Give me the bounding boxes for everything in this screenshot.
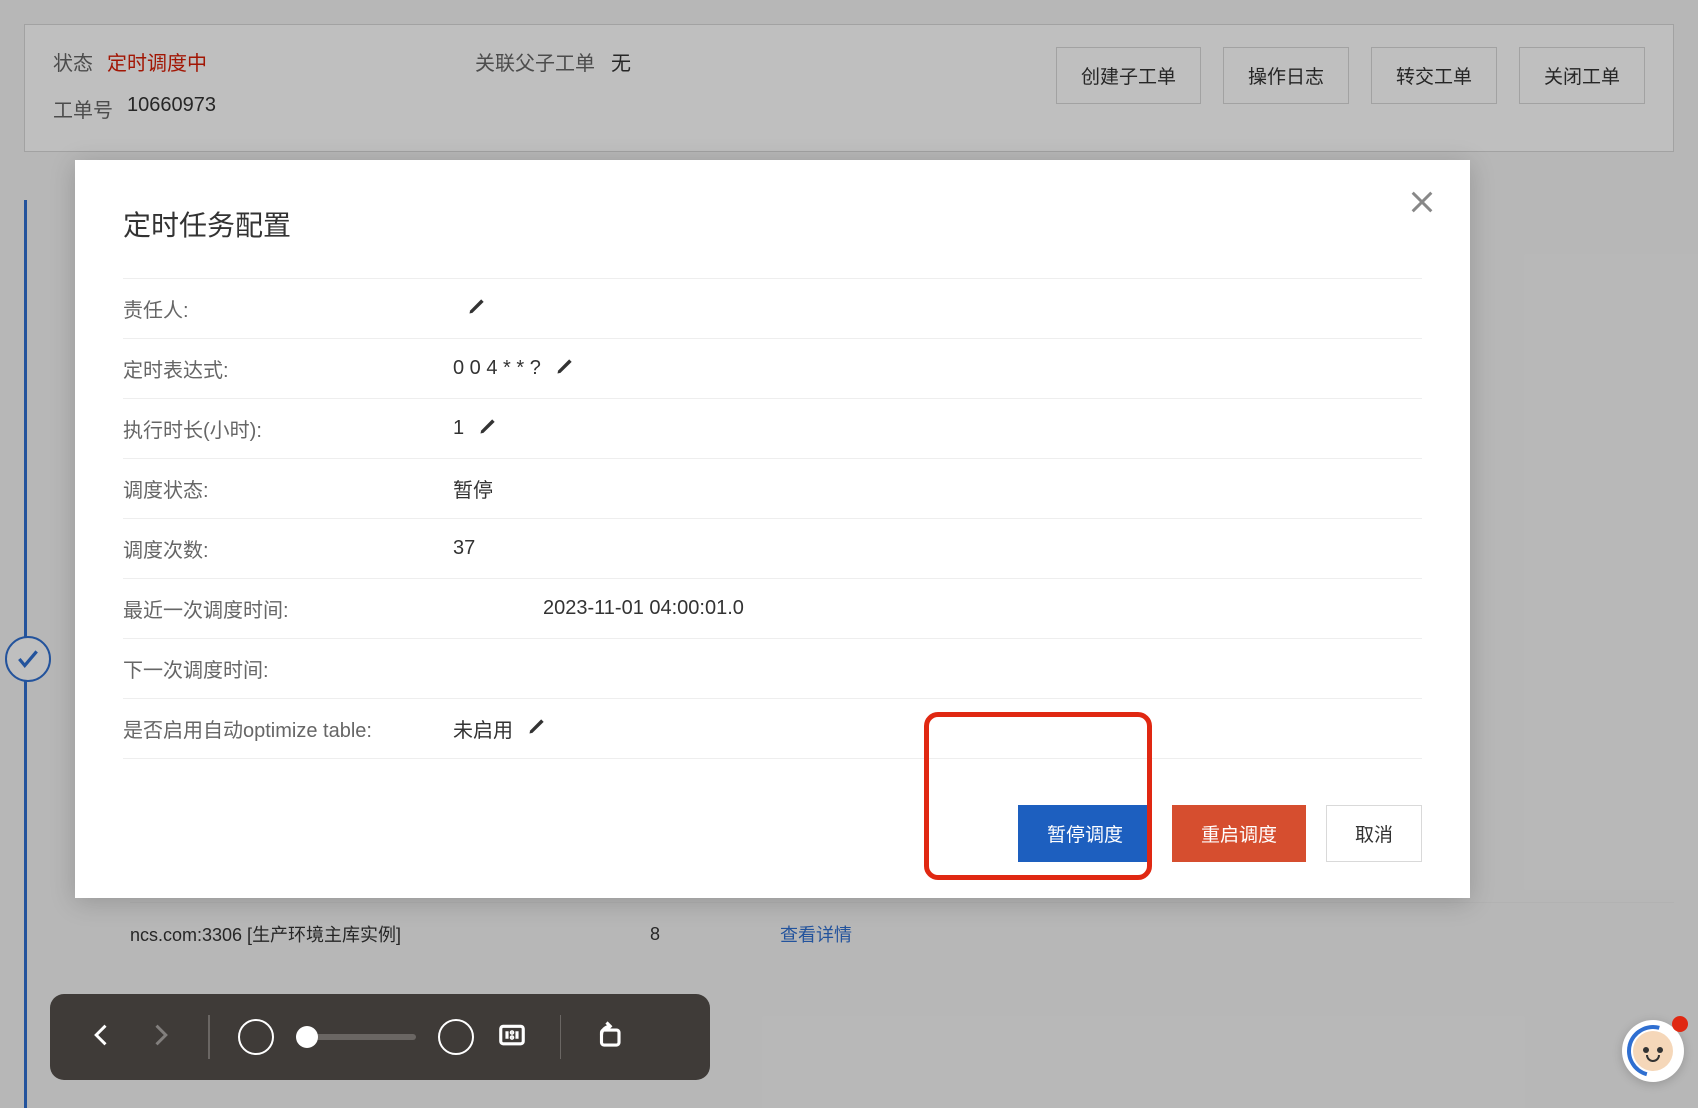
edit-cron-button[interactable] (555, 356, 575, 382)
zoom-out-button[interactable] (238, 1019, 274, 1055)
form-rows: 责任人: 定时表达式: 0 0 4 * * ? 执行时长(小时): 1 (123, 278, 1422, 759)
cron-value: 0 0 4 * * ? (453, 357, 541, 380)
actual-size-button[interactable] (492, 1017, 532, 1057)
check-circle-icon (5, 636, 51, 682)
edit-duration-button[interactable] (478, 416, 498, 442)
modal-footer: 暂停调度 重启调度 取消 (1018, 805, 1422, 862)
duration-row: 执行时长(小时): 1 (123, 399, 1422, 459)
prev-button[interactable] (82, 1017, 122, 1057)
assistant-avatar-button[interactable] (1622, 1020, 1684, 1082)
cron-row: 定时表达式: 0 0 4 * * ? (123, 339, 1422, 399)
duration-value: 1 (453, 417, 464, 440)
restart-schedule-button[interactable]: 重启调度 (1172, 805, 1306, 862)
cron-value-wrap: 0 0 4 * * ? (453, 356, 575, 382)
modal-title: 定时任务配置 (123, 204, 1422, 244)
close-button[interactable] (1404, 186, 1440, 222)
duration-label: 执行时长(小时): (123, 414, 453, 443)
cancel-button[interactable]: 取消 (1326, 805, 1422, 862)
header-mid: 关联父子工单 无 (475, 47, 855, 76)
edit-owner-button[interactable] (467, 296, 487, 322)
create-sub-ticket-button[interactable]: 创建子工单 (1056, 47, 1201, 104)
toolbar-divider (208, 1015, 210, 1059)
owner-row: 责任人: (123, 278, 1422, 339)
relation-label: 关联父子工单 (475, 47, 595, 76)
scheduled-task-config-modal: 定时任务配置 责任人: 定时表达式: 0 0 4 * * ? (75, 160, 1470, 898)
table-row: ncs.com:3306 [生产环境主库实例] 8 查看详情 (130, 902, 1674, 965)
ticket-number: 10660973 (127, 94, 216, 123)
chevron-left-icon (88, 1021, 116, 1054)
last-schedule-time-label: 最近一次调度时间: (123, 594, 453, 623)
rotate-icon (594, 1020, 624, 1055)
relation-value: 无 (611, 47, 631, 76)
schedule-status-row: 调度状态: 暂停 (123, 459, 1422, 519)
close-icon (1408, 188, 1436, 221)
schedule-count-value: 37 (453, 537, 475, 560)
count-cell: 8 (650, 924, 780, 945)
pencil-icon (555, 356, 575, 382)
last-schedule-time-value: 2023-11-01 04:00:01.0 (543, 597, 744, 620)
toolbar-divider (560, 1015, 562, 1059)
pencil-icon (467, 296, 487, 322)
duration-value-wrap: 1 (453, 416, 498, 442)
host-cell: ncs.com:3306 [生产环境主库实例] (130, 921, 650, 947)
schedule-status-value: 暂停 (453, 474, 493, 503)
pencil-icon (478, 416, 498, 442)
schedule-count-row: 调度次数: 37 (123, 519, 1422, 579)
next-schedule-time-row: 下一次调度时间: (123, 639, 1422, 699)
schedule-count-label: 调度次数: (123, 534, 453, 563)
minus-icon (247, 1026, 265, 1049)
pause-schedule-button[interactable]: 暂停调度 (1018, 805, 1152, 862)
zoom-slider[interactable] (296, 1034, 416, 1040)
close-ticket-button[interactable]: 关闭工单 (1519, 47, 1645, 104)
assistant-face-icon (1633, 1031, 1673, 1071)
operation-log-button[interactable]: 操作日志 (1223, 47, 1349, 104)
status-value: 定时调度中 (107, 47, 207, 76)
header-left: 状态 定时调度中 工单号 10660973 (53, 47, 443, 141)
zoom-in-button[interactable] (438, 1019, 474, 1055)
chevron-right-icon (146, 1021, 174, 1054)
zoom-controls (238, 1019, 474, 1055)
next-button[interactable] (140, 1017, 180, 1057)
header-buttons: 创建子工单 操作日志 转交工单 关闭工单 (1056, 47, 1645, 104)
owner-value-wrap (453, 296, 487, 322)
owner-label: 责任人: (123, 294, 453, 323)
auto-optimize-value: 未启用 (453, 714, 513, 743)
next-schedule-time-label: 下一次调度时间: (123, 654, 453, 683)
plus-icon (447, 1026, 465, 1049)
auto-optimize-label: 是否启用自动optimize table: (123, 714, 453, 743)
one-to-one-icon (497, 1020, 527, 1055)
last-schedule-time-row: 最近一次调度时间: 2023-11-01 04:00:01.0 (123, 579, 1422, 639)
auto-optimize-row: 是否启用自动optimize table: 未启用 (123, 699, 1422, 759)
edit-auto-optimize-button[interactable] (527, 716, 547, 742)
ticket-header-card: 状态 定时调度中 工单号 10660973 关联父子工单 无 创建子工单 操作日… (24, 24, 1674, 152)
rotate-button[interactable] (589, 1017, 629, 1057)
status-label: 状态 (53, 47, 93, 76)
view-details-link[interactable]: 查看详情 (780, 921, 852, 947)
cron-label: 定时表达式: (123, 354, 453, 383)
viewer-toolbar (50, 994, 710, 1080)
auto-optimize-value-wrap: 未启用 (453, 714, 547, 743)
pencil-icon (527, 716, 547, 742)
schedule-status-label: 调度状态: (123, 474, 453, 503)
ticket-label: 工单号 (53, 94, 113, 123)
transfer-ticket-button[interactable]: 转交工单 (1371, 47, 1497, 104)
zoom-slider-thumb[interactable] (296, 1026, 318, 1048)
